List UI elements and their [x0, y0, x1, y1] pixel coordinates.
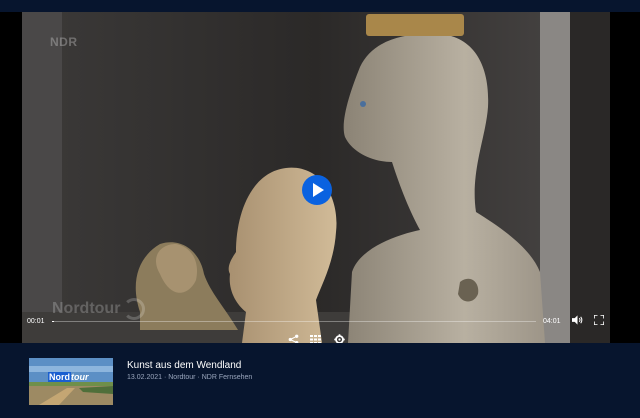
share-icon [288, 334, 298, 343]
video-meta: 13.02.2021 · Nordtour · NDR Fernsehen [127, 374, 253, 381]
top-bar [0, 0, 640, 12]
video-title[interactable]: Kunst aus dem Wendland [127, 360, 241, 371]
share-button[interactable] [286, 332, 300, 343]
chapters-button[interactable] [308, 332, 322, 343]
video-player[interactable]: NDR Nordtour 00:01 04:01 [0, 12, 640, 343]
settings-button[interactable] [332, 332, 346, 343]
gear-icon [333, 333, 345, 343]
current-time: 00:01 [27, 318, 45, 325]
grid-icon [309, 334, 321, 343]
fullscreen-icon [594, 315, 604, 325]
progress-bar[interactable] [52, 321, 536, 322]
nordtour-watermark: Nordtour [52, 298, 146, 320]
play-button[interactable] [302, 175, 332, 205]
fullscreen-button[interactable] [592, 313, 606, 327]
watermark-swirl-icon [123, 298, 146, 320]
play-icon [313, 183, 324, 197]
video-info-bar: Nordtour Kunst aus dem Wendland 13.02.20… [0, 343, 640, 418]
thumbnail-label: Nordtour [48, 372, 89, 382]
video-thumbnail[interactable]: Nordtour [29, 358, 113, 405]
progress-fill [52, 321, 54, 322]
watermark-text: Nordtour [52, 300, 121, 317]
volume-icon [571, 315, 582, 325]
thumbnail-label-tour: tour [71, 372, 89, 382]
volume-button[interactable] [570, 313, 584, 327]
total-time: 04:01 [543, 318, 561, 325]
channel-logo: NDR [50, 35, 78, 49]
thumbnail-label-nord: Nord [48, 372, 71, 382]
